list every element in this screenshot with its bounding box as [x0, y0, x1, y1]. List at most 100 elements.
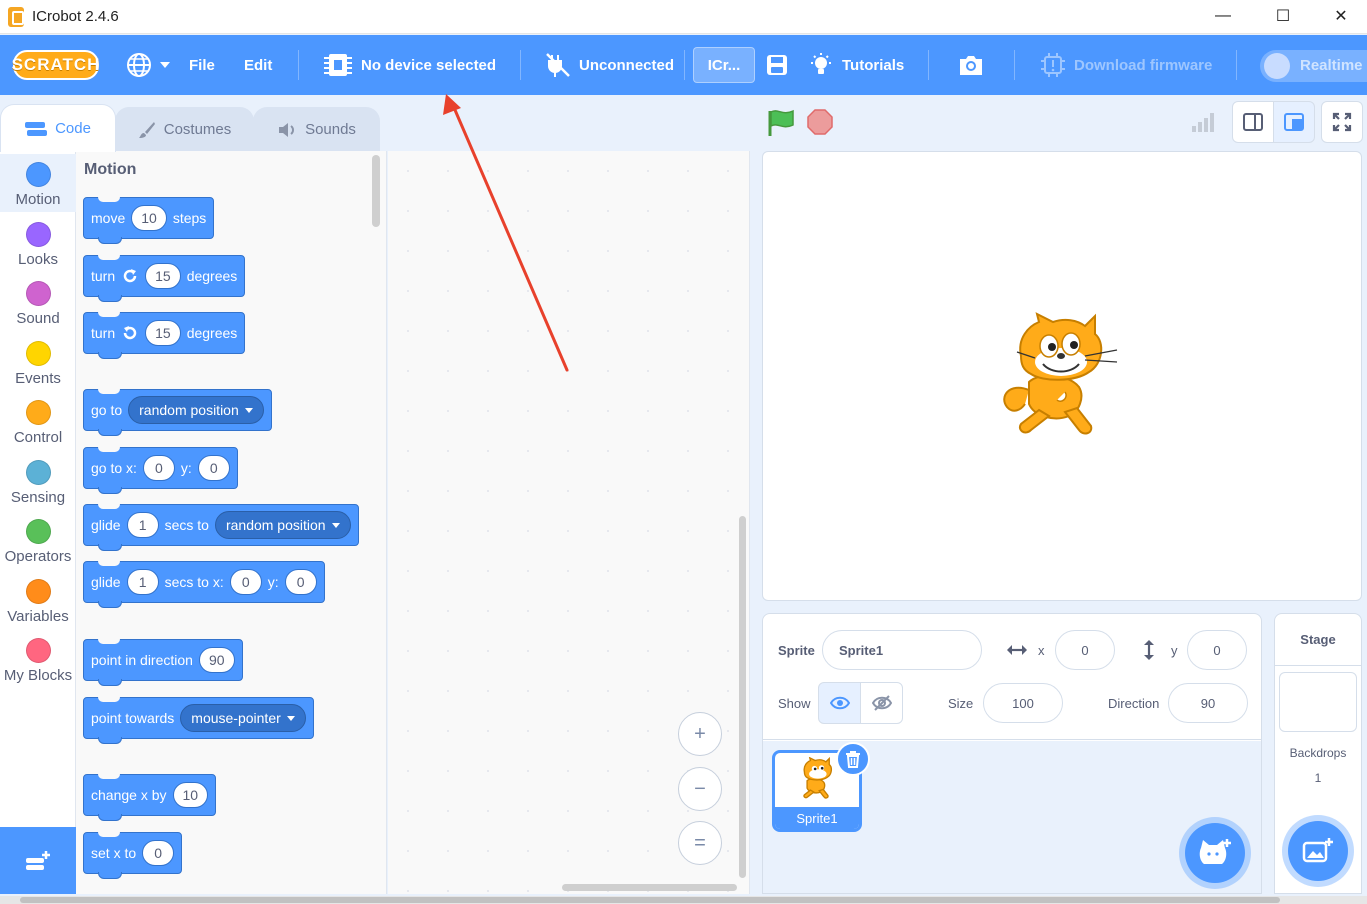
category-variables[interactable]: Variables [0, 571, 76, 629]
add-backdrop-button[interactable] [1288, 821, 1348, 881]
signal-strength-icon [1190, 110, 1216, 134]
block-point-towards[interactable]: point towards mouse-pointer [83, 697, 314, 744]
maximize-button[interactable]: ☐ [1260, 0, 1306, 32]
app-icon [8, 7, 24, 27]
realtime-toggle[interactable]: Realtime [1260, 50, 1367, 82]
block-glide-to-xy[interactable]: glide 1 secs to x: 0 y: 0 [83, 561, 325, 608]
y-input[interactable]: 0 [1187, 630, 1247, 670]
block-go-to[interactable]: go to random position [83, 389, 272, 436]
variables-color-dot [25, 579, 51, 604]
category-motion[interactable]: Motion [0, 154, 76, 212]
block-input[interactable]: 0 [142, 455, 175, 481]
category-operators[interactable]: Operators [0, 511, 76, 569]
tab-code-label: Code [55, 120, 91, 137]
direction-label: Direction [1108, 696, 1160, 711]
category-label: Variables [7, 608, 69, 625]
scratch-logo[interactable]: SCRATCH [12, 50, 99, 80]
large-stage-button[interactable] [1273, 101, 1315, 143]
lightbulb-icon [811, 53, 831, 74]
dropdown-value: mouse-pointer [191, 710, 281, 726]
block-glide-to[interactable]: glide 1 secs to random position [83, 504, 359, 551]
block-input[interactable]: 0 [284, 569, 317, 595]
sound-color-dot [25, 281, 51, 306]
palette-scrollbar[interactable] [372, 155, 380, 227]
zoom-in-button[interactable]: + [678, 712, 722, 756]
zoom-out-button[interactable]: − [678, 767, 722, 811]
cat-add-icon [1199, 839, 1231, 864]
block-set-x[interactable]: set x to 0 [83, 832, 183, 879]
block-input[interactable]: 1 [126, 512, 159, 538]
save-button[interactable] [765, 35, 789, 95]
cat-sprite[interactable] [999, 312, 1124, 442]
download-firmware-button[interactable]: Download firmware [1040, 35, 1212, 95]
tab-sounds[interactable]: Sounds [253, 107, 380, 151]
block-dropdown[interactable]: random position [214, 511, 351, 539]
block-move-steps[interactable]: move 10 steps [83, 197, 215, 244]
stage-selector[interactable]: Stage Backdrops 1 [1274, 613, 1362, 894]
code-workspace[interactable]: + − = [388, 151, 750, 894]
category-control[interactable]: Control [0, 392, 76, 450]
tutorials-button[interactable]: Tutorials [808, 35, 904, 95]
block-input[interactable]: 0 [229, 569, 262, 595]
tab-costumes[interactable]: Costumes [115, 107, 254, 151]
block-go-to-xy[interactable]: go to x: 0 y: 0 [83, 447, 238, 494]
add-extension-button[interactable] [0, 827, 76, 894]
workspace-vertical-scrollbar[interactable] [739, 516, 746, 878]
block-input[interactable]: 0 [142, 840, 175, 866]
block-turn-right[interactable]: turn 15 degrees [83, 255, 246, 302]
block-text: change x by [91, 787, 167, 803]
workspace-horizontal-scrollbar[interactable] [562, 884, 737, 891]
green-flag-button[interactable] [766, 108, 796, 138]
block-dropdown[interactable]: mouse-pointer [180, 704, 306, 732]
language-menu[interactable] [126, 35, 170, 95]
category-sensing[interactable]: Sensing [0, 452, 76, 510]
zoom-reset-button[interactable]: = [678, 821, 722, 865]
block-dropdown[interactable]: random position [128, 396, 264, 424]
stop-button[interactable] [806, 108, 834, 136]
backdrops-count: 1 [1314, 771, 1322, 785]
block-change-x[interactable]: change x by 10 [83, 774, 217, 821]
edit-menu[interactable]: Edit [244, 35, 272, 95]
screenshot-button[interactable] [957, 35, 985, 95]
sprite-name-input[interactable]: Sprite1 [822, 630, 982, 670]
block-input[interactable]: 90 [198, 647, 235, 673]
device-selector[interactable]: No device selected [323, 35, 496, 95]
block-input[interactable]: 10 [131, 205, 167, 231]
connection-status[interactable]: Unconnected [545, 35, 674, 95]
scrollbar-thumb[interactable] [20, 897, 1280, 903]
show-hidden-button[interactable] [860, 682, 903, 724]
project-title-field[interactable]: ICr... [693, 47, 755, 83]
x-input[interactable]: 0 [1055, 630, 1115, 670]
category-sound[interactable]: Sound [0, 273, 76, 331]
file-menu[interactable]: File [189, 35, 215, 95]
window-horizontal-scrollbar[interactable] [0, 896, 1367, 904]
delete-sprite-button[interactable] [836, 742, 870, 776]
stage-canvas[interactable] [762, 151, 1362, 601]
block-input[interactable]: 10 [172, 782, 209, 808]
tab-code[interactable]: Code [0, 104, 116, 152]
fullscreen-button[interactable] [1321, 101, 1363, 143]
category-looks[interactable]: Looks [0, 214, 76, 272]
close-button[interactable]: ✕ [1318, 0, 1364, 32]
size-input[interactable]: 100 [983, 683, 1063, 723]
small-stage-button[interactable] [1232, 101, 1274, 143]
block-text: point towards [91, 710, 175, 726]
category-label: My Blocks [3, 667, 73, 684]
minimize-button[interactable]: — [1200, 0, 1246, 32]
category-my-blocks[interactable]: My Blocks [0, 630, 76, 688]
add-sprite-button[interactable] [1185, 823, 1245, 883]
block-turn-left[interactable]: turn 15 degrees [83, 312, 246, 359]
direction-input[interactable]: 90 [1168, 683, 1248, 723]
stage-thumbnail[interactable] [1279, 672, 1357, 732]
show-visible-button[interactable] [818, 682, 861, 724]
caret-down-icon [244, 407, 253, 413]
horizontal-arrows-icon [1007, 645, 1027, 655]
block-input[interactable]: 15 [145, 320, 181, 346]
eye-slash-icon [871, 695, 892, 711]
sensing-color-dot [25, 460, 51, 485]
block-point-in-direction[interactable]: point in direction 90 [83, 639, 243, 686]
block-input[interactable]: 15 [145, 263, 181, 289]
block-input[interactable]: 0 [197, 455, 230, 481]
category-events[interactable]: Events [0, 333, 76, 391]
block-input[interactable]: 1 [126, 569, 159, 595]
